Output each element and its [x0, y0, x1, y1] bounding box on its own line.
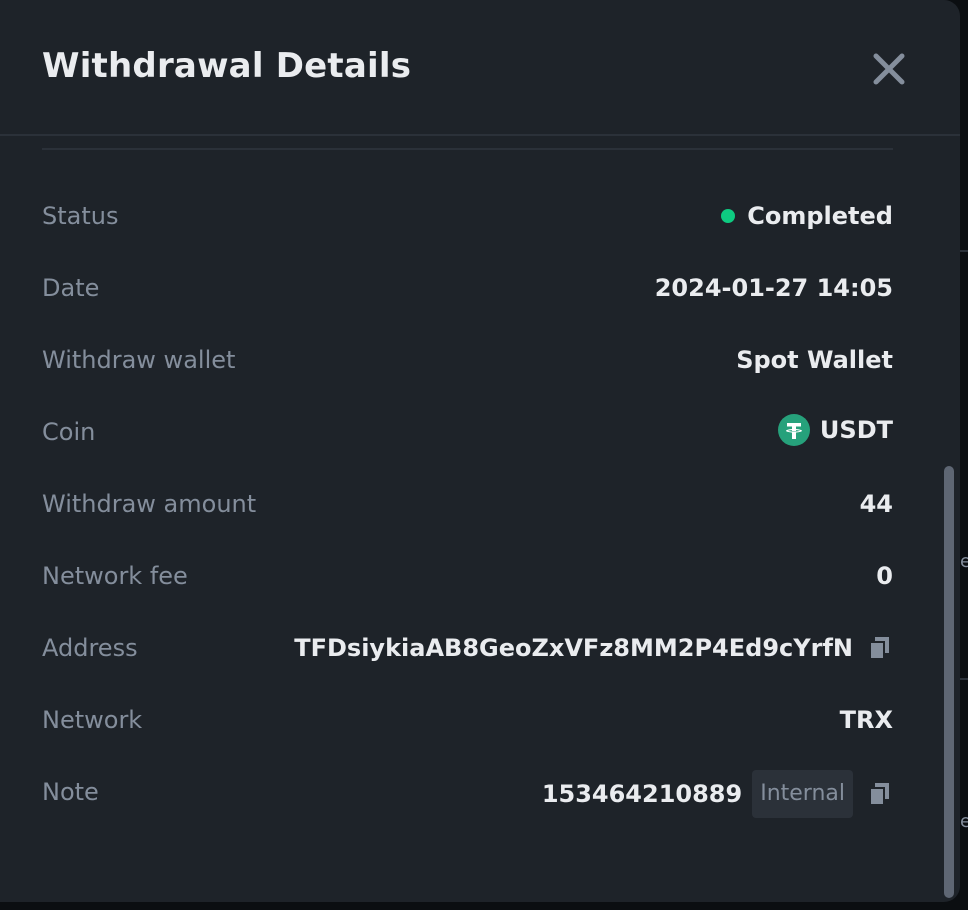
note-value: 153464210889 Internal — [542, 770, 893, 818]
note-label: Note — [42, 778, 99, 806]
coin-value: USDT — [777, 414, 893, 446]
background-text-fragment: e — [960, 812, 968, 832]
amount-value: 44 — [859, 490, 893, 518]
amount-label: Withdraw amount — [42, 490, 257, 518]
withdrawal-details-modal: Withdrawal Details Status Completed Date… — [0, 0, 960, 902]
detail-row-network: Network TRX — [42, 686, 893, 758]
background-divider — [960, 250, 968, 252]
modal-header: Withdrawal Details — [0, 0, 960, 136]
background-divider — [960, 678, 968, 680]
detail-row-address: Address TFDsiykiaAB8GeoZxVFz8MM2P4Ed9cYr… — [42, 614, 893, 686]
network-label: Network — [42, 706, 143, 734]
modal-title: Withdrawal Details — [42, 46, 412, 86]
details-list: Status Completed Date 2024-01-27 14:05 W… — [42, 182, 893, 830]
network-value: TRX — [839, 706, 893, 734]
fee-value: 0 — [876, 562, 893, 590]
internal-badge: Internal — [752, 770, 853, 818]
note-text: 153464210889 — [541, 780, 743, 808]
coin-label: Coin — [42, 418, 96, 446]
status-text: Completed — [747, 202, 893, 230]
detail-row-amount: Withdraw amount 44 — [42, 470, 893, 542]
section-divider — [42, 148, 893, 150]
address-value: TFDsiykiaAB8GeoZxVFz8MM2P4Ed9cYrfN — [294, 634, 893, 662]
date-value: 2024-01-27 14:05 — [654, 274, 893, 302]
detail-row-wallet: Withdraw wallet Spot Wallet — [42, 326, 893, 398]
address-text: TFDsiykiaAB8GeoZxVFz8MM2P4Ed9cYrfN — [294, 634, 853, 662]
wallet-label: Withdraw wallet — [42, 346, 236, 374]
copy-note-icon[interactable] — [867, 781, 893, 807]
background-text-fragment: e — [960, 552, 968, 572]
fee-label: Network fee — [42, 562, 188, 590]
detail-row-status: Status Completed — [42, 182, 893, 254]
scrollbar-thumb[interactable] — [944, 466, 954, 898]
status-value: Completed — [721, 202, 893, 230]
date-label: Date — [42, 274, 100, 302]
detail-row-date: Date 2024-01-27 14:05 — [42, 254, 893, 326]
detail-row-fee: Network fee 0 — [42, 542, 893, 614]
detail-row-note: Note 153464210889 Internal — [42, 758, 893, 830]
close-button[interactable] — [868, 48, 910, 90]
copy-address-icon[interactable] — [867, 635, 893, 661]
close-icon — [873, 53, 905, 85]
coin-text: USDT — [819, 416, 893, 444]
detail-row-coin: Coin USDT — [42, 398, 893, 470]
wallet-value: Spot Wallet — [736, 346, 893, 374]
address-label: Address — [42, 634, 138, 662]
status-label: Status — [42, 202, 119, 230]
tether-icon — [777, 414, 810, 446]
status-dot-icon — [721, 209, 736, 223]
